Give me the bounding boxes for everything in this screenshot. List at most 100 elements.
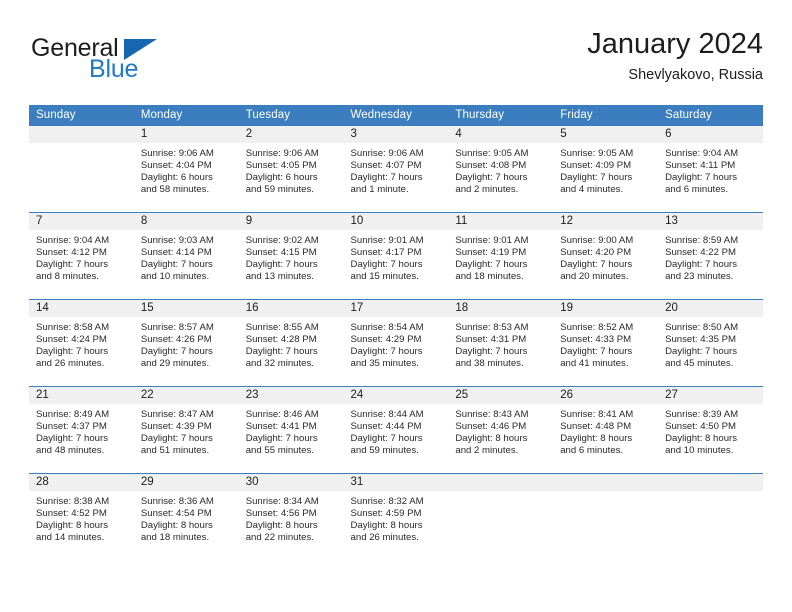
calendar-day-cell[interactable]: 13 Sunrise: 8:59 AM Sunset: 4:22 PM Dayl…	[658, 212, 763, 300]
daylight-text-line1: Daylight: 7 hours	[140, 433, 213, 445]
daylight-text-line1: Daylight: 7 hours	[140, 346, 213, 358]
calendar-day-cell[interactable]: 8 Sunrise: 9:03 AM Sunset: 4:14 PM Dayli…	[133, 212, 239, 300]
calendar-day-cell[interactable]: 11 Sunrise: 9:01 AM Sunset: 4:19 PM Dayl…	[448, 212, 554, 300]
calendar-day-cell[interactable]: 3 Sunrise: 9:06 AM Sunset: 4:07 PM Dayli…	[343, 126, 449, 213]
sunrise-text: Sunrise: 8:38 AM	[36, 496, 110, 507]
day-info: Sunrise: 8:58 AM Sunset: 4:24 PM Dayligh…	[29, 317, 134, 370]
daylight-text-line1: Daylight: 6 hours	[140, 172, 213, 184]
sunrise-text: Sunrise: 9:01 AM	[350, 235, 424, 246]
day-info: Sunrise: 8:57 AM Sunset: 4:26 PM Dayligh…	[134, 317, 239, 370]
daylight-text-line1: Daylight: 7 hours	[36, 259, 108, 271]
sunset-text: Sunset: 4:26 PM	[140, 334, 212, 346]
daylight-text-line2: and 26 minutes.	[36, 358, 105, 370]
calendar-day-cell[interactable]: 29 Sunrise: 8:36 AM Sunset: 4:54 PM Dayl…	[133, 473, 239, 560]
calendar-day-cell[interactable]: 19 Sunrise: 8:52 AM Sunset: 4:33 PM Dayl…	[553, 299, 659, 387]
calendar-day-cell[interactable]: 22 Sunrise: 8:47 AM Sunset: 4:39 PM Dayl…	[133, 386, 239, 474]
sunset-text: Sunset: 4:59 PM	[350, 508, 422, 520]
sunrise-text: Sunrise: 8:58 AM	[36, 322, 110, 333]
calendar-day-cell[interactable]	[658, 473, 763, 560]
day-number: 8	[133, 213, 239, 230]
day-info: Sunrise: 8:41 AM Sunset: 4:48 PM Dayligh…	[553, 404, 658, 457]
daylight-text-line1: Daylight: 7 hours	[665, 172, 738, 184]
calendar-day-cell[interactable]: 2 Sunrise: 9:06 AM Sunset: 4:05 PM Dayli…	[238, 126, 344, 213]
day-number: 9	[238, 213, 344, 230]
calendar-table: Sunday Monday Tuesday Wednesday Thursday…	[29, 105, 763, 560]
day-number: 21	[29, 387, 134, 404]
daylight-text-line2: and 23 minutes.	[665, 271, 734, 283]
daylight-text-line2: and 22 minutes.	[245, 532, 314, 544]
calendar-day-cell[interactable]: 23 Sunrise: 8:46 AM Sunset: 4:41 PM Dayl…	[238, 386, 344, 474]
calendar-day-cell[interactable]: 10 Sunrise: 9:01 AM Sunset: 4:17 PM Dayl…	[343, 212, 449, 300]
sunset-text: Sunset: 4:41 PM	[245, 421, 317, 433]
location-subtitle: Shevlyakovo, Russia	[628, 67, 763, 83]
day-info: Sunrise: 9:06 AM Sunset: 4:04 PM Dayligh…	[134, 143, 239, 196]
calendar-day-cell[interactable]: 17 Sunrise: 8:54 AM Sunset: 4:29 PM Dayl…	[343, 299, 449, 387]
sunset-text: Sunset: 4:50 PM	[665, 421, 736, 433]
daylight-text-line1: Daylight: 7 hours	[665, 259, 738, 271]
sunset-text: Sunset: 4:20 PM	[560, 247, 632, 259]
sunrise-text: Sunrise: 9:04 AM	[36, 235, 110, 246]
calendar-day-cell[interactable]: 24 Sunrise: 8:44 AM Sunset: 4:44 PM Dayl…	[343, 386, 449, 474]
calendar-day-cell[interactable]: 26 Sunrise: 8:41 AM Sunset: 4:48 PM Dayl…	[553, 386, 659, 474]
sunset-text: Sunset: 4:39 PM	[140, 421, 212, 433]
calendar-day-cell[interactable]: 30 Sunrise: 8:34 AM Sunset: 4:56 PM Dayl…	[238, 473, 344, 560]
calendar-day-cell[interactable]: 20 Sunrise: 8:50 AM Sunset: 4:35 PM Dayl…	[658, 299, 763, 387]
calendar-day-cell[interactable]: 1 Sunrise: 9:06 AM Sunset: 4:04 PM Dayli…	[133, 126, 239, 213]
calendar-header-row: Sunday Monday Tuesday Wednesday Thursday…	[29, 105, 763, 126]
day-info: Sunrise: 9:04 AM Sunset: 4:11 PM Dayligh…	[658, 143, 763, 196]
calendar-day-cell[interactable]: 7 Sunrise: 9:04 AM Sunset: 4:12 PM Dayli…	[29, 212, 134, 300]
day-number: 24	[343, 387, 449, 404]
daylight-text-line1: Daylight: 7 hours	[350, 346, 423, 358]
sunrise-text: Sunrise: 8:36 AM	[140, 496, 214, 507]
daylight-text-line1: Daylight: 8 hours	[245, 520, 318, 532]
daylight-text-line1: Daylight: 8 hours	[140, 520, 213, 532]
daylight-text-line1: Daylight: 7 hours	[245, 259, 318, 271]
daylight-text-line1: Daylight: 7 hours	[350, 259, 423, 271]
sunrise-text: Sunrise: 9:06 AM	[140, 148, 214, 159]
daylight-text-line1: Daylight: 6 hours	[245, 172, 318, 184]
calendar-day-cell[interactable]: 16 Sunrise: 8:55 AM Sunset: 4:28 PM Dayl…	[238, 299, 344, 387]
daylight-text-line2: and 8 minutes.	[36, 271, 99, 283]
calendar-day-cell[interactable]: 5 Sunrise: 9:05 AM Sunset: 4:09 PM Dayli…	[553, 126, 659, 213]
day-info: Sunrise: 8:38 AM Sunset: 4:52 PM Dayligh…	[29, 491, 134, 544]
calendar-day-cell[interactable]	[553, 473, 659, 560]
day-number: 10	[343, 213, 449, 230]
calendar-day-cell[interactable]: 21 Sunrise: 8:49 AM Sunset: 4:37 PM Dayl…	[29, 386, 134, 474]
daylight-text-line1: Daylight: 7 hours	[560, 259, 633, 271]
calendar-day-cell[interactable]	[29, 126, 134, 213]
calendar-day-cell[interactable]: 12 Sunrise: 9:00 AM Sunset: 4:20 PM Dayl…	[553, 212, 659, 300]
daylight-text-line1: Daylight: 8 hours	[665, 433, 738, 445]
calendar-day-cell[interactable]: 31 Sunrise: 8:32 AM Sunset: 4:59 PM Dayl…	[343, 473, 449, 560]
daylight-text-line2: and 10 minutes.	[140, 271, 210, 283]
daylight-text-line1: Daylight: 7 hours	[350, 172, 423, 184]
daylight-text-line2: and 29 minutes.	[140, 358, 210, 370]
brand-logo[interactable]: General Blue	[29, 26, 249, 88]
calendar-day-cell[interactable]: 25 Sunrise: 8:43 AM Sunset: 4:46 PM Dayl…	[448, 386, 554, 474]
calendar-day-cell[interactable]: 28 Sunrise: 8:38 AM Sunset: 4:52 PM Dayl…	[29, 473, 134, 560]
day-number: 26	[553, 387, 659, 404]
calendar-day-cell[interactable]: 14 Sunrise: 8:58 AM Sunset: 4:24 PM Dayl…	[29, 299, 134, 387]
day-number: 2	[238, 126, 344, 143]
sunrise-text: Sunrise: 9:05 AM	[455, 148, 529, 159]
sunrise-text: Sunrise: 9:03 AM	[140, 235, 214, 246]
calendar-day-cell[interactable]: 4 Sunrise: 9:05 AM Sunset: 4:08 PM Dayli…	[448, 126, 554, 213]
calendar-day-cell[interactable]: 27 Sunrise: 8:39 AM Sunset: 4:50 PM Dayl…	[658, 386, 763, 474]
sunrise-text: Sunrise: 8:54 AM	[350, 322, 424, 333]
day-number	[658, 474, 763, 491]
calendar-day-cell[interactable]: 15 Sunrise: 8:57 AM Sunset: 4:26 PM Dayl…	[133, 299, 239, 387]
daylight-text-line2: and 59 minutes.	[350, 445, 419, 457]
day-info: Sunrise: 8:34 AM Sunset: 4:56 PM Dayligh…	[239, 491, 344, 544]
sunrise-text: Sunrise: 8:55 AM	[245, 322, 319, 333]
calendar-day-cell[interactable]: 6 Sunrise: 9:04 AM Sunset: 4:11 PM Dayli…	[658, 126, 763, 213]
sunset-text: Sunset: 4:14 PM	[140, 247, 212, 259]
calendar-day-cell[interactable]	[448, 473, 554, 560]
sunrise-text: Sunrise: 8:44 AM	[350, 409, 424, 420]
calendar-week-row: 7 Sunrise: 9:04 AM Sunset: 4:12 PM Dayli…	[29, 212, 763, 300]
sunset-text: Sunset: 4:07 PM	[350, 160, 422, 172]
daylight-text-line2: and 18 minutes.	[455, 271, 524, 283]
day-number: 7	[29, 213, 134, 230]
daylight-text-line2: and 2 minutes.	[455, 445, 519, 457]
calendar-day-cell[interactable]: 18 Sunrise: 8:53 AM Sunset: 4:31 PM Dayl…	[448, 299, 554, 387]
calendar-day-cell[interactable]: 9 Sunrise: 9:02 AM Sunset: 4:15 PM Dayli…	[238, 212, 344, 300]
daylight-text-line1: Daylight: 7 hours	[455, 346, 528, 358]
